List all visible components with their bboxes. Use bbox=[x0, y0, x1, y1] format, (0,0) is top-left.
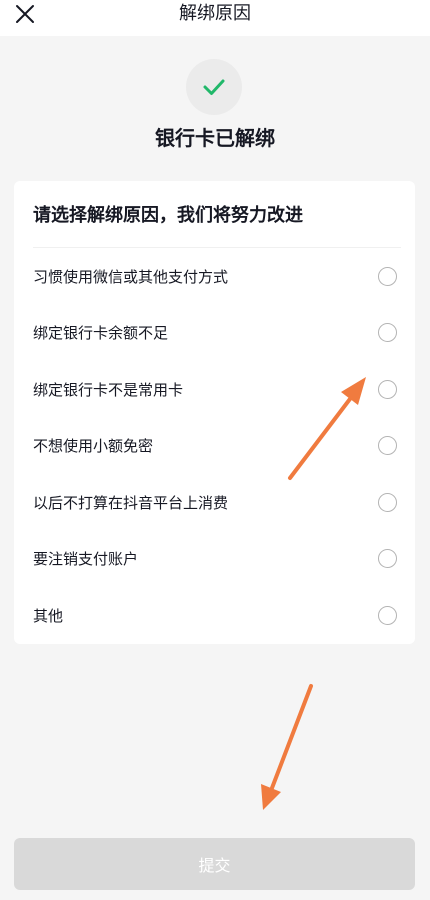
reason-option-label: 其他 bbox=[33, 607, 64, 625]
radio-button[interactable] bbox=[378, 549, 397, 568]
status-message: 银行卡已解绑 bbox=[155, 126, 275, 150]
radio-button[interactable] bbox=[378, 436, 397, 455]
radio-button[interactable] bbox=[378, 380, 397, 399]
reason-option-label: 不想使用小额免密 bbox=[33, 437, 154, 455]
reason-option[interactable]: 要注销支付账户 bbox=[14, 537, 415, 581]
reason-option-label: 绑定银行卡不是常用卡 bbox=[33, 381, 184, 399]
divider bbox=[33, 247, 401, 248]
radio-button[interactable] bbox=[378, 267, 397, 286]
reason-option[interactable]: 以后不打算在抖音平台上消费 bbox=[14, 481, 415, 525]
reason-option[interactable]: 习惯使用微信或其他支付方式 bbox=[14, 255, 415, 299]
reason-card: 请选择解绑原因，我们将努力改进 习惯使用微信或其他支付方式 绑定银行卡余额不足 … bbox=[14, 181, 415, 644]
reason-option-label: 绑定银行卡余额不足 bbox=[33, 324, 169, 342]
checkmark-icon bbox=[203, 79, 225, 95]
radio-button[interactable] bbox=[378, 606, 397, 625]
page-title: 解绑原因 bbox=[179, 3, 251, 24]
reason-title: 请选择解绑原因，我们将努力改进 bbox=[33, 205, 303, 226]
reason-option[interactable]: 其他 bbox=[14, 594, 415, 638]
success-badge bbox=[186, 59, 242, 115]
radio-button[interactable] bbox=[378, 323, 397, 342]
radio-button[interactable] bbox=[378, 493, 397, 512]
reason-option[interactable]: 绑定银行卡不是常用卡 bbox=[14, 368, 415, 412]
reason-option[interactable]: 不想使用小额免密 bbox=[14, 424, 415, 468]
reason-option[interactable]: 绑定银行卡余额不足 bbox=[14, 311, 415, 355]
reason-option-label: 要注销支付账户 bbox=[33, 550, 139, 568]
reason-option-label: 习惯使用微信或其他支付方式 bbox=[33, 268, 229, 286]
submit-button[interactable]: 提交 bbox=[14, 838, 415, 890]
reason-option-label: 以后不打算在抖音平台上消费 bbox=[33, 494, 229, 512]
top-bar: 解绑原因 bbox=[0, 0, 430, 36]
